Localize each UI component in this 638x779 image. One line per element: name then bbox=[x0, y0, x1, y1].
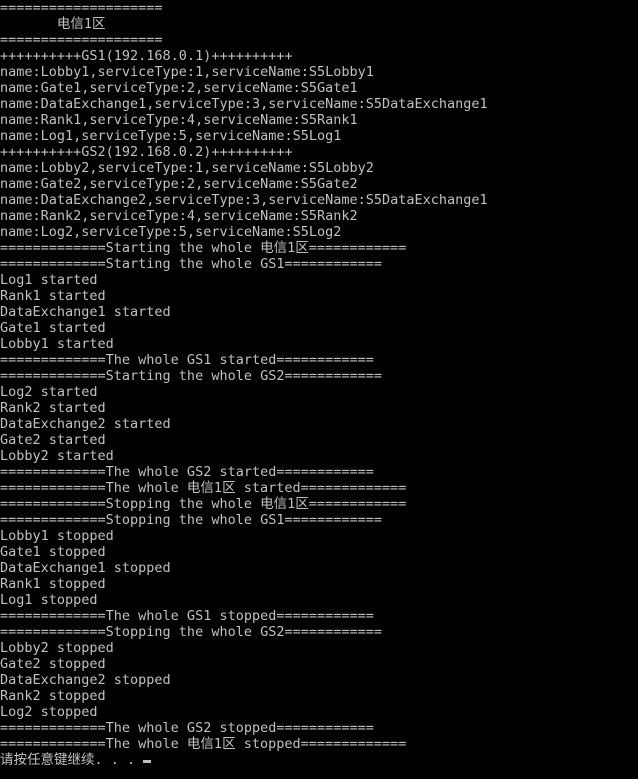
console-line: =============Stopping the whole GS2=====… bbox=[0, 624, 383, 640]
console-line: Lobby2 started bbox=[0, 448, 114, 464]
console-line: name:DataExchange1,serviceType:3,service… bbox=[0, 96, 488, 112]
console-output-area[interactable]: ==================== 电信1区 ===============… bbox=[0, 0, 638, 779]
console-line: =============The whole 电信1区 started=====… bbox=[0, 480, 407, 496]
console-line: DataExchange2 stopped bbox=[0, 672, 171, 688]
console-line: name:Gate1,serviceType:2,serviceName:S5G… bbox=[0, 80, 358, 96]
console-line: ==================== bbox=[0, 0, 163, 16]
console-line: Lobby1 stopped bbox=[0, 528, 114, 544]
console-line: Rank2 stopped bbox=[0, 688, 106, 704]
console-line: ++++++++++GS2(192.168.0.2)++++++++++ bbox=[0, 144, 293, 160]
press-any-key-prompt: 请按任意键继续. . . bbox=[0, 752, 638, 768]
console-line: =============Stopping the whole 电信1区====… bbox=[0, 496, 407, 512]
text-cursor bbox=[143, 760, 152, 763]
console-line: Gate2 started bbox=[0, 432, 106, 448]
console-line: Gate1 started bbox=[0, 320, 106, 336]
console-line: Rank1 stopped bbox=[0, 576, 106, 592]
console-line: name:Rank1,serviceType:4,serviceName:S5R… bbox=[0, 112, 358, 128]
console-line: 电信1区 bbox=[0, 16, 106, 32]
console-line: Lobby1 started bbox=[0, 336, 114, 352]
prompt-text: 请按任意键继续. . . bbox=[0, 752, 136, 768]
console-line: Gate2 stopped bbox=[0, 656, 106, 672]
console-line: =============Starting the whole GS1=====… bbox=[0, 256, 383, 272]
console-line: =============Stopping the whole GS1=====… bbox=[0, 512, 383, 528]
console-line: Gate1 stopped bbox=[0, 544, 106, 560]
console-line: name:Lobby2,serviceType:1,serviceName:S5… bbox=[0, 160, 374, 176]
console-line: =============The whole GS1 stopped======… bbox=[0, 608, 374, 624]
console-line: DataExchange2 started bbox=[0, 416, 171, 432]
console-line: Log1 stopped bbox=[0, 592, 98, 608]
console-line: Log2 started bbox=[0, 384, 98, 400]
console-line: name:Gate2,serviceType:2,serviceName:S5G… bbox=[0, 176, 358, 192]
console-line: name:Rank2,serviceType:4,serviceName:S5R… bbox=[0, 208, 358, 224]
console-line: name:Lobby1,serviceType:1,serviceName:S5… bbox=[0, 64, 374, 80]
console-line: ++++++++++GS1(192.168.0.1)++++++++++ bbox=[0, 48, 293, 64]
console-line: Rank1 started bbox=[0, 288, 106, 304]
console-line: Lobby2 stopped bbox=[0, 640, 114, 656]
console-line: =============Starting the whole 电信1区====… bbox=[0, 240, 407, 256]
console-line: name:Log1,serviceType:5,serviceName:S5Lo… bbox=[0, 128, 342, 144]
console-line: Rank2 started bbox=[0, 400, 106, 416]
console-line: =============The whole 电信1区 stopped=====… bbox=[0, 736, 407, 752]
console-line: name:Log2,serviceType:5,serviceName:S5Lo… bbox=[0, 224, 342, 240]
console-line: =============The whole GS1 started======… bbox=[0, 352, 374, 368]
console-line: =============The whole GS2 stopped======… bbox=[0, 720, 374, 736]
console-line: name:DataExchange2,serviceType:3,service… bbox=[0, 192, 488, 208]
console-line: ==================== bbox=[0, 32, 163, 48]
console-line: =============Starting the whole GS2=====… bbox=[0, 368, 383, 384]
console-line: Log1 started bbox=[0, 272, 98, 288]
console-line: DataExchange1 stopped bbox=[0, 560, 171, 576]
console-line: =============The whole GS2 started======… bbox=[0, 464, 374, 480]
console-line: DataExchange1 started bbox=[0, 304, 171, 320]
console-line: Log2 stopped bbox=[0, 704, 98, 720]
